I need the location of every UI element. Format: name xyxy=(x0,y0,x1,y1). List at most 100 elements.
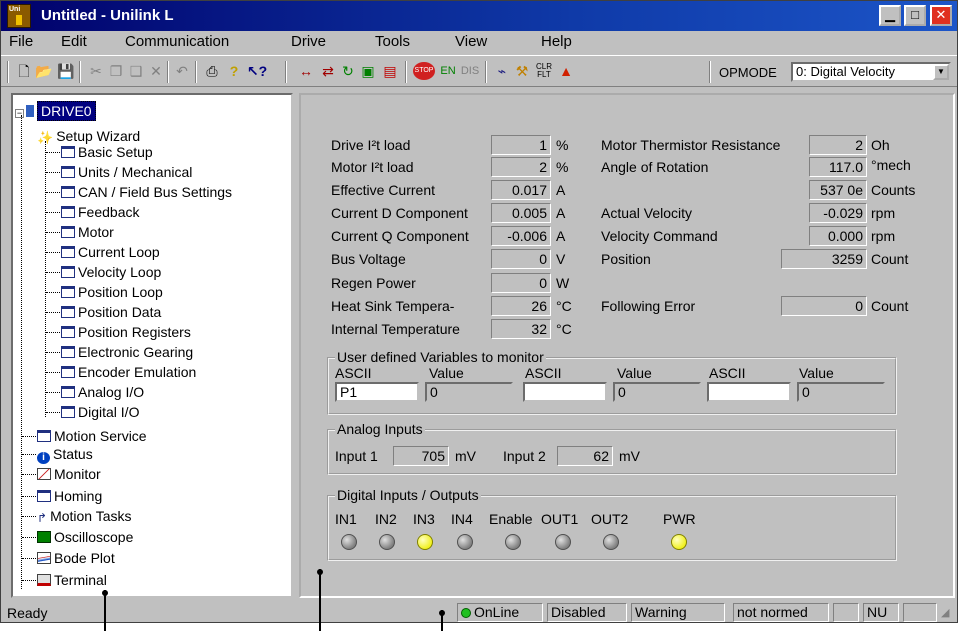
resize-grip-icon[interactable]: ◢ xyxy=(941,606,949,619)
download-icon[interactable]: ▤ xyxy=(381,62,399,80)
page-icon xyxy=(61,406,75,418)
tree-item-label: Position Loop xyxy=(78,284,163,300)
window-title: Untitled - Unilink L xyxy=(41,7,174,24)
minimize-button[interactable]: ▁ xyxy=(879,5,901,26)
menu-edit[interactable]: Edit xyxy=(61,33,87,50)
motor-i2t-label: Motor I²t load xyxy=(331,159,414,175)
menu-communication[interactable]: Communication xyxy=(125,33,229,50)
ascii-input-3[interactable] xyxy=(707,382,791,402)
connect-icon[interactable]: ↔ xyxy=(297,62,315,80)
tree-item-digital-io[interactable]: Digital I/O xyxy=(61,404,139,420)
disable-button[interactable]: DIS xyxy=(459,62,481,80)
warning-icon[interactable]: ▲ xyxy=(557,62,575,80)
flt-text: FLT xyxy=(537,70,551,79)
thermistor-value: 2 xyxy=(809,135,867,155)
bus-voltage-label: Bus Voltage xyxy=(331,251,406,267)
following-error-unit: Count xyxy=(871,298,909,314)
open-folder-icon[interactable]: 📂 xyxy=(35,62,53,80)
effective-current-label: Effective Current xyxy=(331,182,436,198)
tree-item-position-data[interactable]: Position Data xyxy=(61,304,161,320)
save-icon[interactable]: 💾 xyxy=(57,62,75,80)
tree-item-velocity-loop[interactable]: Velocity Loop xyxy=(61,264,161,280)
tree-item-label: Bode Plot xyxy=(54,550,115,566)
tree-item-motor[interactable]: Motor xyxy=(61,224,114,240)
tree-item-units[interactable]: Units / Mechanical xyxy=(61,164,192,180)
tree-item-setup-wizard[interactable]: ✨ Setup Wizard xyxy=(37,128,140,145)
ascii-input-1[interactable]: P1 xyxy=(335,382,419,402)
terminal-icon xyxy=(37,574,51,586)
tree-item-current-loop[interactable]: Current Loop xyxy=(61,244,160,260)
tree-item-encoder-emulation[interactable]: Encoder Emulation xyxy=(61,364,196,380)
tree-item-feedback[interactable]: Feedback xyxy=(61,204,139,220)
opmode-select[interactable]: 0: Digital Velocity ▼ xyxy=(791,62,951,82)
collapse-icon[interactable]: − xyxy=(15,109,24,118)
motion-tasks-icon: ↱ xyxy=(37,511,48,525)
tree-item-motion-tasks[interactable]: ↱ Motion Tasks xyxy=(37,508,132,525)
internal-temp-label: Internal Temperature xyxy=(331,321,460,337)
tree-item-position-registers[interactable]: Position Registers xyxy=(61,324,191,340)
rotation-value: 117.0 xyxy=(809,157,867,177)
tree-item-analog-io[interactable]: Analog I/O xyxy=(61,384,144,400)
copy-icon[interactable]: ❐ xyxy=(107,62,125,80)
norm-status: not normed xyxy=(733,603,829,622)
tree-item-electronic-gearing[interactable]: Electronic Gearing xyxy=(61,344,193,360)
tree-item-motion-service[interactable]: Motion Service xyxy=(37,428,147,444)
analog-input-2-value: 62 xyxy=(557,446,613,466)
tree-root[interactable]: − DRIVE0 xyxy=(15,101,96,121)
page-icon xyxy=(61,166,75,178)
homing-icon[interactable]: ⌁ xyxy=(493,62,511,80)
menu-drive[interactable]: Drive xyxy=(291,33,326,50)
page-icon xyxy=(37,430,51,442)
upload-icon[interactable]: ▣ xyxy=(359,62,377,80)
status-text: Ready xyxy=(7,605,48,621)
context-help-icon[interactable]: ↖? xyxy=(245,62,269,80)
new-file-icon[interactable]: 🗋 xyxy=(15,62,33,80)
pwr-led xyxy=(671,534,687,550)
heat-sink-unit: °C xyxy=(556,298,572,314)
clear-fault-button[interactable]: CLR FLT xyxy=(533,62,555,80)
tree-item-basic-setup[interactable]: Basic Setup xyxy=(61,144,153,160)
menu-tools[interactable]: Tools xyxy=(375,33,410,50)
tree-item-monitor[interactable]: Monitor xyxy=(37,466,101,482)
tree-item-status[interactable]: i Status xyxy=(37,446,93,464)
tree-item-terminal[interactable]: Terminal xyxy=(37,572,107,588)
in3-label: IN3 xyxy=(413,511,435,527)
tree-item-oscilloscope[interactable]: Oscilloscope xyxy=(37,529,133,545)
in4-label: IN4 xyxy=(451,511,473,527)
ascii-input-2[interactable] xyxy=(523,382,607,402)
out1-label: OUT1 xyxy=(541,511,579,527)
print-icon[interactable]: ⎙ xyxy=(203,62,221,80)
tree-item-label: Oscilloscope xyxy=(54,529,134,545)
analog-input-2-unit: mV xyxy=(619,448,640,464)
menu-help[interactable]: Help xyxy=(541,33,572,50)
tree-item-position-loop[interactable]: Position Loop xyxy=(61,284,163,300)
close-button[interactable]: ✕ xyxy=(930,5,952,26)
bode-plot-icon xyxy=(37,552,51,564)
menu-view[interactable]: View xyxy=(455,33,487,50)
stop-icon[interactable]: STOP xyxy=(413,62,435,80)
page-icon xyxy=(61,226,75,238)
maximize-button[interactable]: □ xyxy=(904,5,926,26)
tree-item-homing[interactable]: Homing xyxy=(37,488,102,504)
delete-icon[interactable]: ✕ xyxy=(147,62,165,80)
tools-icon[interactable]: ⚒ xyxy=(513,62,531,80)
online-text: OnLine xyxy=(474,604,520,620)
following-error-value: 0 xyxy=(781,296,867,316)
tree-item-can-fieldbus[interactable]: CAN / Field Bus Settings xyxy=(61,184,232,200)
chevron-down-icon[interactable]: ▼ xyxy=(933,64,949,80)
value-field-2: 0 xyxy=(613,382,701,402)
cut-icon[interactable]: ✂ xyxy=(87,62,105,80)
enable-button[interactable]: EN xyxy=(437,62,459,80)
tree-item-bode-plot[interactable]: Bode Plot xyxy=(37,550,115,566)
disconnect-icon[interactable]: ⇄ xyxy=(319,62,337,80)
warning-status: Warning xyxy=(631,603,725,622)
paste-icon[interactable]: ❑ xyxy=(127,62,145,80)
menu-file[interactable]: File xyxy=(9,33,33,50)
drive-i2t-label: Drive I²t load xyxy=(331,137,411,153)
monitor-panel: Drive I²t load 1 % Motor I²t load 2 % Ef… xyxy=(299,93,955,598)
actual-velocity-unit: rpm xyxy=(871,205,896,221)
help-icon[interactable]: ? xyxy=(225,62,243,80)
refresh-icon[interactable]: ↻ xyxy=(339,62,357,80)
in1-label: IN1 xyxy=(335,511,357,527)
undo-icon[interactable]: ↶ xyxy=(173,62,191,80)
